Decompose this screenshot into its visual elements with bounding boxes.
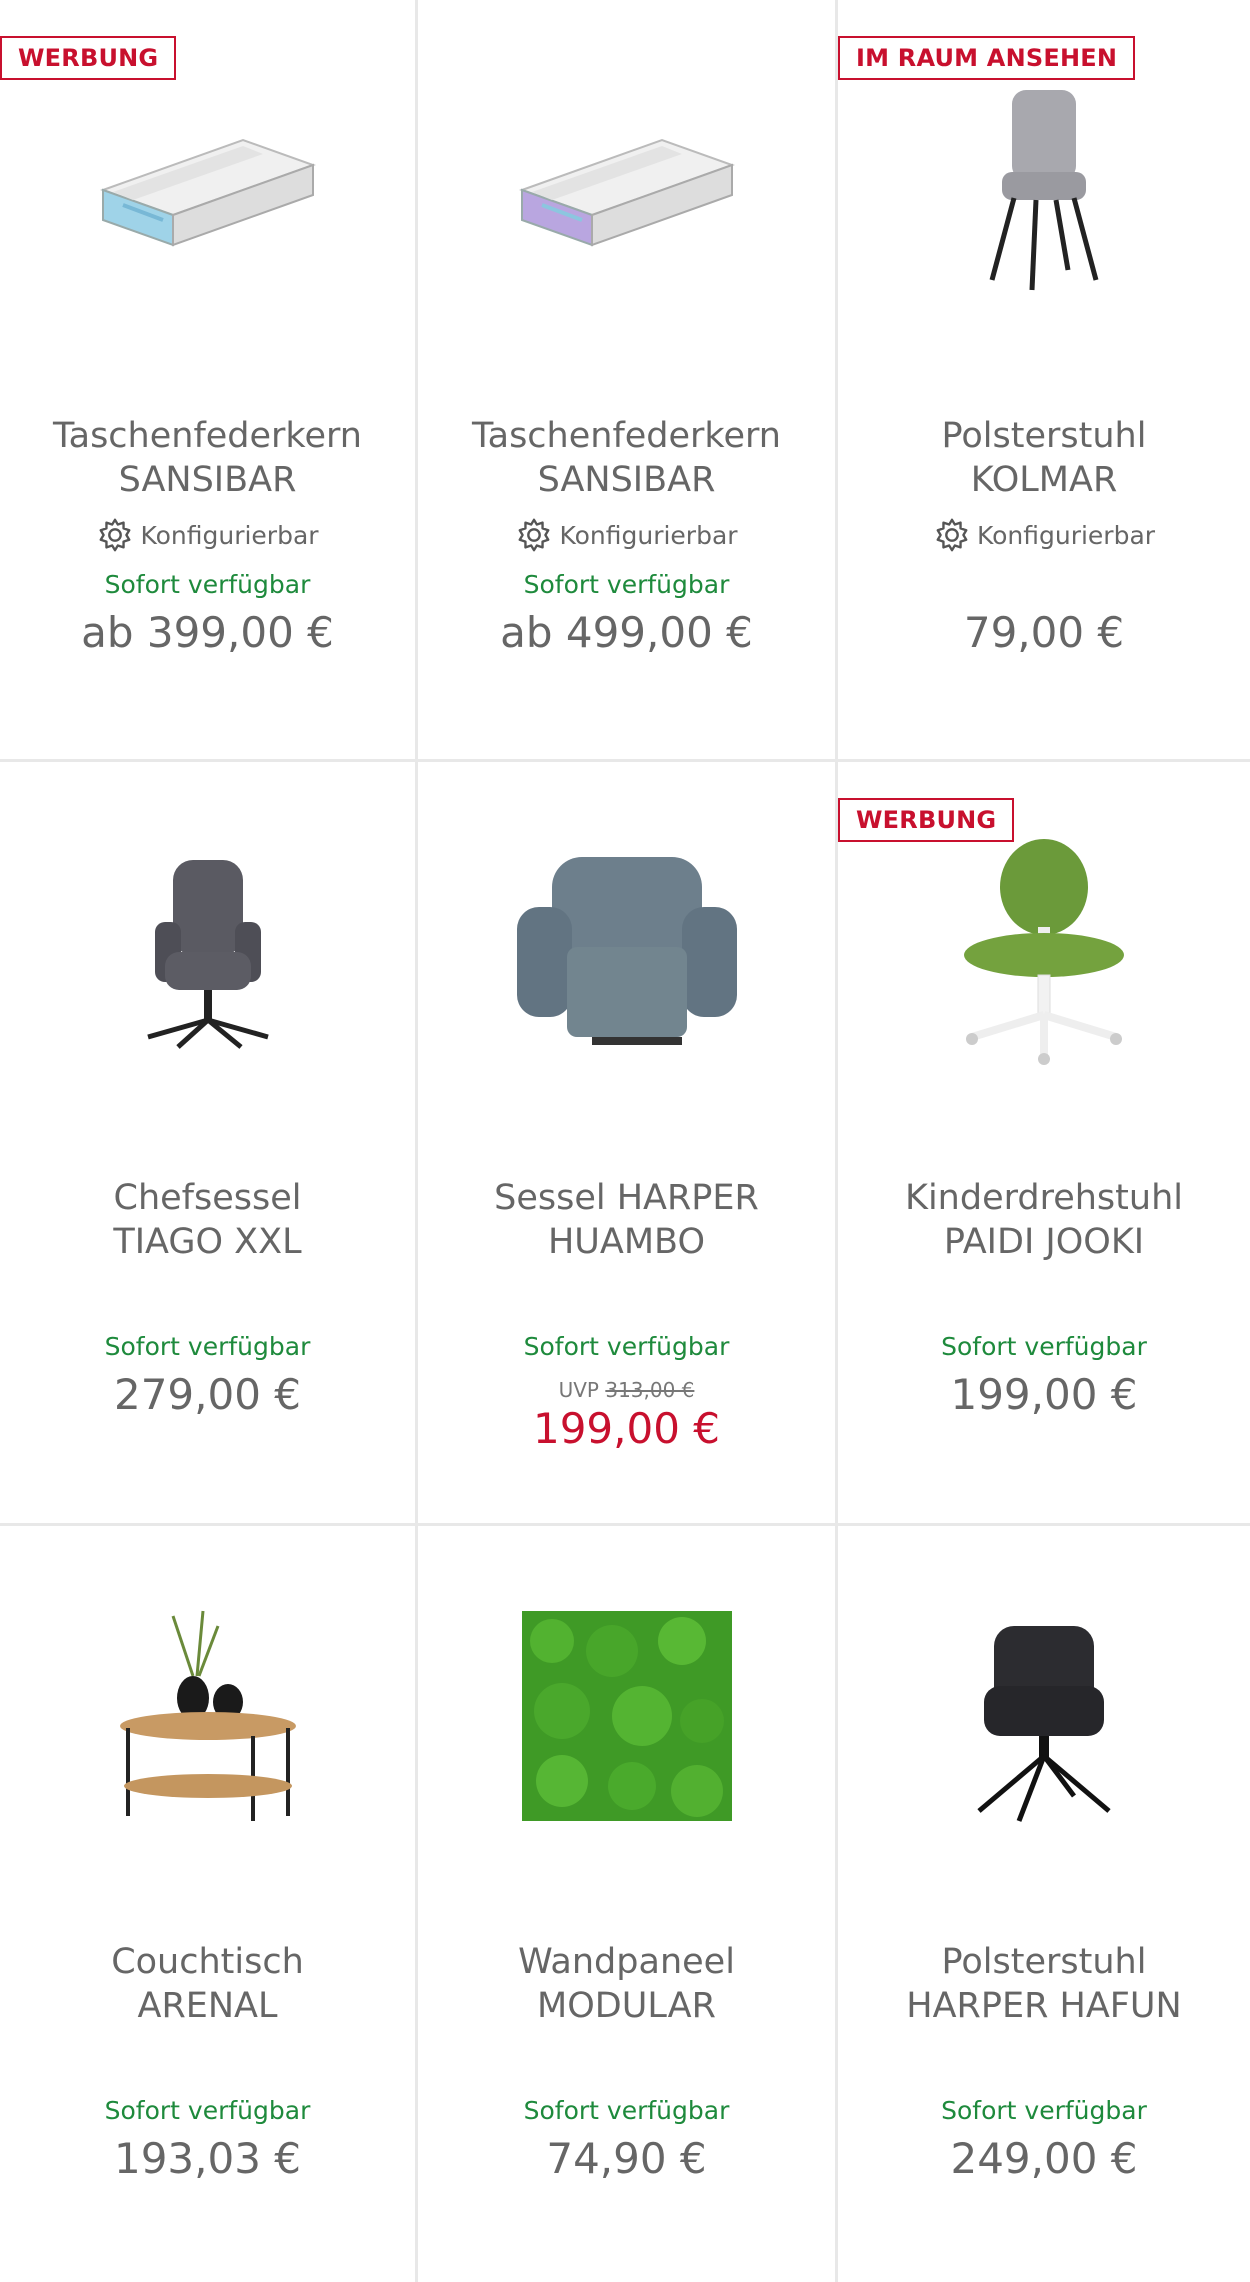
gear-icon <box>100 518 131 552</box>
coffee-table-image[interactable] <box>0 1596 415 1836</box>
product-card[interactable]: Wandpaneel MODULAR Sofort verfügbar 74,9… <box>418 1526 838 2282</box>
product-card[interactable]: Taschenfederkern SANSIBAR Konfigurierbar… <box>418 0 838 762</box>
product-name[interactable]: Taschenfederkern SANSIBAR <box>0 414 415 502</box>
availability-text: Sofort verfügbar <box>523 1332 730 1361</box>
black-chair-image[interactable] <box>838 1596 1250 1836</box>
price: ab 499,00 € <box>500 608 753 657</box>
availability-text: Sofort verfügbar <box>104 2096 311 2125</box>
product-card[interactable]: IM RAUM ANSEHEN Polsterstuhl KOLMAR Konf… <box>838 0 1250 762</box>
price: 279,00 € <box>113 1370 302 1419</box>
availability-text: Sofort verfügbar <box>941 2096 1147 2125</box>
gear-icon <box>519 518 550 552</box>
configurable-label: Konfigurierbar <box>418 516 835 554</box>
availability-text: Sofort verfügbar <box>523 570 730 599</box>
view-in-room-badge[interactable]: IM RAUM ANSEHEN <box>838 36 1136 80</box>
availability-text: Sofort verfügbar <box>523 2096 730 2125</box>
kids-chair-image[interactable] <box>838 832 1250 1072</box>
price: 79,00 € <box>963 608 1125 657</box>
uvp-price: UVP 313,00 € <box>558 1378 695 1402</box>
gear-icon <box>936 518 968 552</box>
product-card[interactable]: Sessel HARPER HUAMBO Sofort verfügbar UV… <box>418 762 838 1526</box>
product-name[interactable]: Taschenfederkern SANSIBAR <box>418 414 835 502</box>
price: 74,90 € <box>546 2134 707 2183</box>
product-name[interactable]: Sessel HARPER HUAMBO <box>418 1176 835 1264</box>
product-name[interactable]: Wandpaneel MODULAR <box>418 1940 835 2028</box>
availability-text: Sofort verfügbar <box>941 1332 1147 1361</box>
price: 249,00 € <box>950 2134 1138 2183</box>
moss-panel-image[interactable] <box>418 1596 835 1836</box>
price: 199,00 € <box>950 1370 1138 1419</box>
mattress-purple-image[interactable] <box>418 70 835 310</box>
product-name[interactable]: Couchtisch ARENAL <box>0 1940 415 2028</box>
office-chair-image[interactable] <box>0 832 415 1072</box>
product-card[interactable]: WERBUNG Kinderdrehstuhl PAIDI JOOKI Sofo… <box>838 762 1250 1526</box>
product-name[interactable]: Chefsessel TIAGO XXL <box>0 1176 415 1264</box>
product-card[interactable]: Polsterstuhl HARPER HAFUN Sofort verfügb… <box>838 1526 1250 2282</box>
product-card[interactable]: WERBUNG Taschenfederkern SANSIBAR Konfig… <box>0 0 418 762</box>
availability-text: Sofort verfügbar <box>104 570 311 599</box>
ad-badge: WERBUNG <box>0 36 177 80</box>
configurable-label: Konfigurierbar <box>0 516 415 554</box>
product-name[interactable]: Polsterstuhl HARPER HAFUN <box>838 1940 1250 2028</box>
product-name[interactable]: Polsterstuhl KOLMAR <box>838 414 1250 502</box>
sale-price: 199,00 € <box>532 1404 721 1453</box>
grey-chair-image[interactable] <box>838 70 1250 310</box>
availability-text: Sofort verfügbar <box>104 1332 311 1361</box>
configurable-label: Konfigurierbar <box>838 516 1250 554</box>
price: ab 399,00 € <box>81 608 334 657</box>
product-card[interactable]: Couchtisch ARENAL Sofort verfügbar 193,0… <box>0 1526 418 2282</box>
mattress-blue-image[interactable] <box>0 70 415 310</box>
product-grid: WERBUNG Taschenfederkern SANSIBAR Konfig… <box>0 0 1250 2282</box>
ad-badge: WERBUNG <box>838 798 1015 842</box>
product-name[interactable]: Kinderdrehstuhl PAIDI JOOKI <box>838 1176 1250 1264</box>
price: 193,03 € <box>113 2134 302 2183</box>
recliner-image[interactable] <box>418 832 835 1072</box>
product-card[interactable]: Chefsessel TIAGO XXL Sofort verfügbar 27… <box>0 762 418 1526</box>
